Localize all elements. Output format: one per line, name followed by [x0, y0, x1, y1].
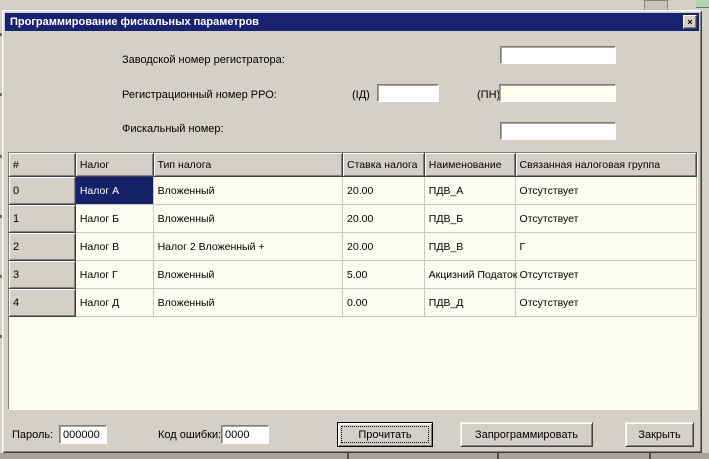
table-cell[interactable]: Налог Д — [75, 289, 154, 317]
screen: Программирование фискальных параметров ×… — [0, 0, 709, 459]
password-input[interactable] — [59, 425, 107, 444]
table-cell[interactable]: Отсутствует — [515, 177, 697, 205]
background-fragment — [0, 453, 709, 459]
table-row: 2 Налог В Налог 2 Вложенный +20.00 ПДВ_В Г — [9, 233, 697, 261]
column-header-rate[interactable]: Ставка налога — [343, 153, 425, 177]
registration-number-label: Регистрационный номер РРО: — [122, 89, 277, 101]
column-header-group[interactable]: Связанная налоговая группа — [515, 153, 697, 177]
table-cell[interactable]: 0.00 — [343, 289, 425, 317]
table-cell[interactable]: Вложенный — [153, 261, 343, 289]
fiscal-parameters-dialog: Программирование фискальных параметров ×… — [2, 10, 702, 453]
pn-input[interactable] — [499, 84, 616, 102]
table-row: 3 Налог Г Вложенный 5.00 Акцизний Податок Отс… — [9, 261, 697, 289]
table-cell[interactable]: ПДВ_Д — [424, 289, 516, 317]
table-cell[interactable]: Вложенный — [153, 205, 344, 233]
table-cell[interactable]: 20.00 — [343, 177, 425, 205]
table-cell[interactable]: 20.00 — [343, 205, 425, 233]
column-header-type[interactable]: Тип налога — [153, 153, 344, 177]
close-icon[interactable]: × — [683, 15, 697, 29]
factory-number-label: Заводской номер регистратора: — [122, 54, 285, 66]
table-cell[interactable]: Налог А — [75, 177, 154, 205]
table-cell[interactable]: Налог В — [75, 233, 154, 261]
column-header-num[interactable]: # — [9, 153, 76, 177]
table-row: 1 Налог Б Вложенный 20.00 ПДВ_Б Отсутствует — [9, 205, 697, 233]
table-cell[interactable]: Налог Б — [75, 205, 154, 233]
id-label: (ІД) — [352, 89, 370, 101]
table-cell[interactable]: Налог Г — [75, 261, 154, 289]
pn-label: (ПН) — [477, 89, 501, 101]
column-header-name[interactable]: Наименование — [424, 153, 516, 177]
column-header-tax[interactable]: Налог — [75, 153, 154, 177]
table-cell[interactable]: 5.00 — [342, 261, 425, 289]
table-row: 0 Налог А Вложенный 20.00 ПДВ_А Отсутствует — [9, 177, 697, 205]
table-header-row: # Налог Тип налога Ставка налога Наимено… — [9, 153, 697, 177]
table-cell[interactable]: Отсутствует — [515, 289, 697, 317]
factory-number-input[interactable] — [500, 46, 616, 64]
tax-table: # Налог Тип налога Ставка налога Наимено… — [8, 152, 698, 410]
table-cell[interactable]: Г — [515, 233, 697, 261]
row-header[interactable]: 3 — [9, 261, 76, 289]
table-row: 4 Налог Д Вложенный 0.00 ПДВ_Д Отсутствует — [9, 289, 697, 317]
error-code-input[interactable] — [221, 425, 269, 444]
title-bar[interactable]: Программирование фискальных параметров × — [5, 13, 699, 31]
row-header[interactable]: 1 — [9, 205, 76, 233]
table-cell[interactable]: 20.00 — [343, 233, 425, 261]
table-cell[interactable]: ПДВ_Б — [424, 205, 516, 233]
table-cell[interactable]: Акцизний Податок — [424, 261, 517, 289]
table-cell[interactable]: Отсутствует — [515, 205, 697, 233]
table-cell[interactable]: Отсутствует — [515, 261, 697, 289]
close-button[interactable]: Закрыть — [625, 422, 694, 447]
row-header[interactable]: 0 — [9, 177, 76, 205]
background-fragment — [696, 0, 709, 8]
id-input[interactable] — [377, 84, 439, 102]
table-cell[interactable]: ПДВ_В — [424, 233, 516, 261]
fiscal-number-input[interactable] — [500, 122, 616, 140]
program-button[interactable]: Запрограммировать — [460, 422, 593, 447]
fiscal-number-label: Фискальный номер: — [122, 123, 224, 135]
background-fragment — [347, 453, 349, 459]
password-label: Пароль: — [12, 429, 54, 441]
row-header[interactable]: 2 — [9, 233, 76, 261]
background-fragment — [644, 0, 668, 10]
background-fragment — [497, 453, 499, 459]
tax-table-body: 0 Налог А Вложенный 20.00 ПДВ_А Отсутствует 1 Н… — [9, 177, 697, 317]
window-title: Программирование фискальных параметров — [10, 16, 259, 28]
table-cell[interactable]: Вложенный — [153, 177, 344, 205]
background-fragment — [649, 453, 651, 459]
table-cell[interactable]: Налог 2 Вложенный + — [153, 233, 344, 261]
row-header[interactable]: 4 — [9, 289, 76, 317]
error-code-label: Код ошибки: — [158, 429, 222, 441]
table-cell[interactable]: Вложенный — [153, 289, 344, 317]
table-cell[interactable]: ПДВ_А — [424, 177, 516, 205]
read-button[interactable]: Прочитать — [337, 422, 433, 447]
